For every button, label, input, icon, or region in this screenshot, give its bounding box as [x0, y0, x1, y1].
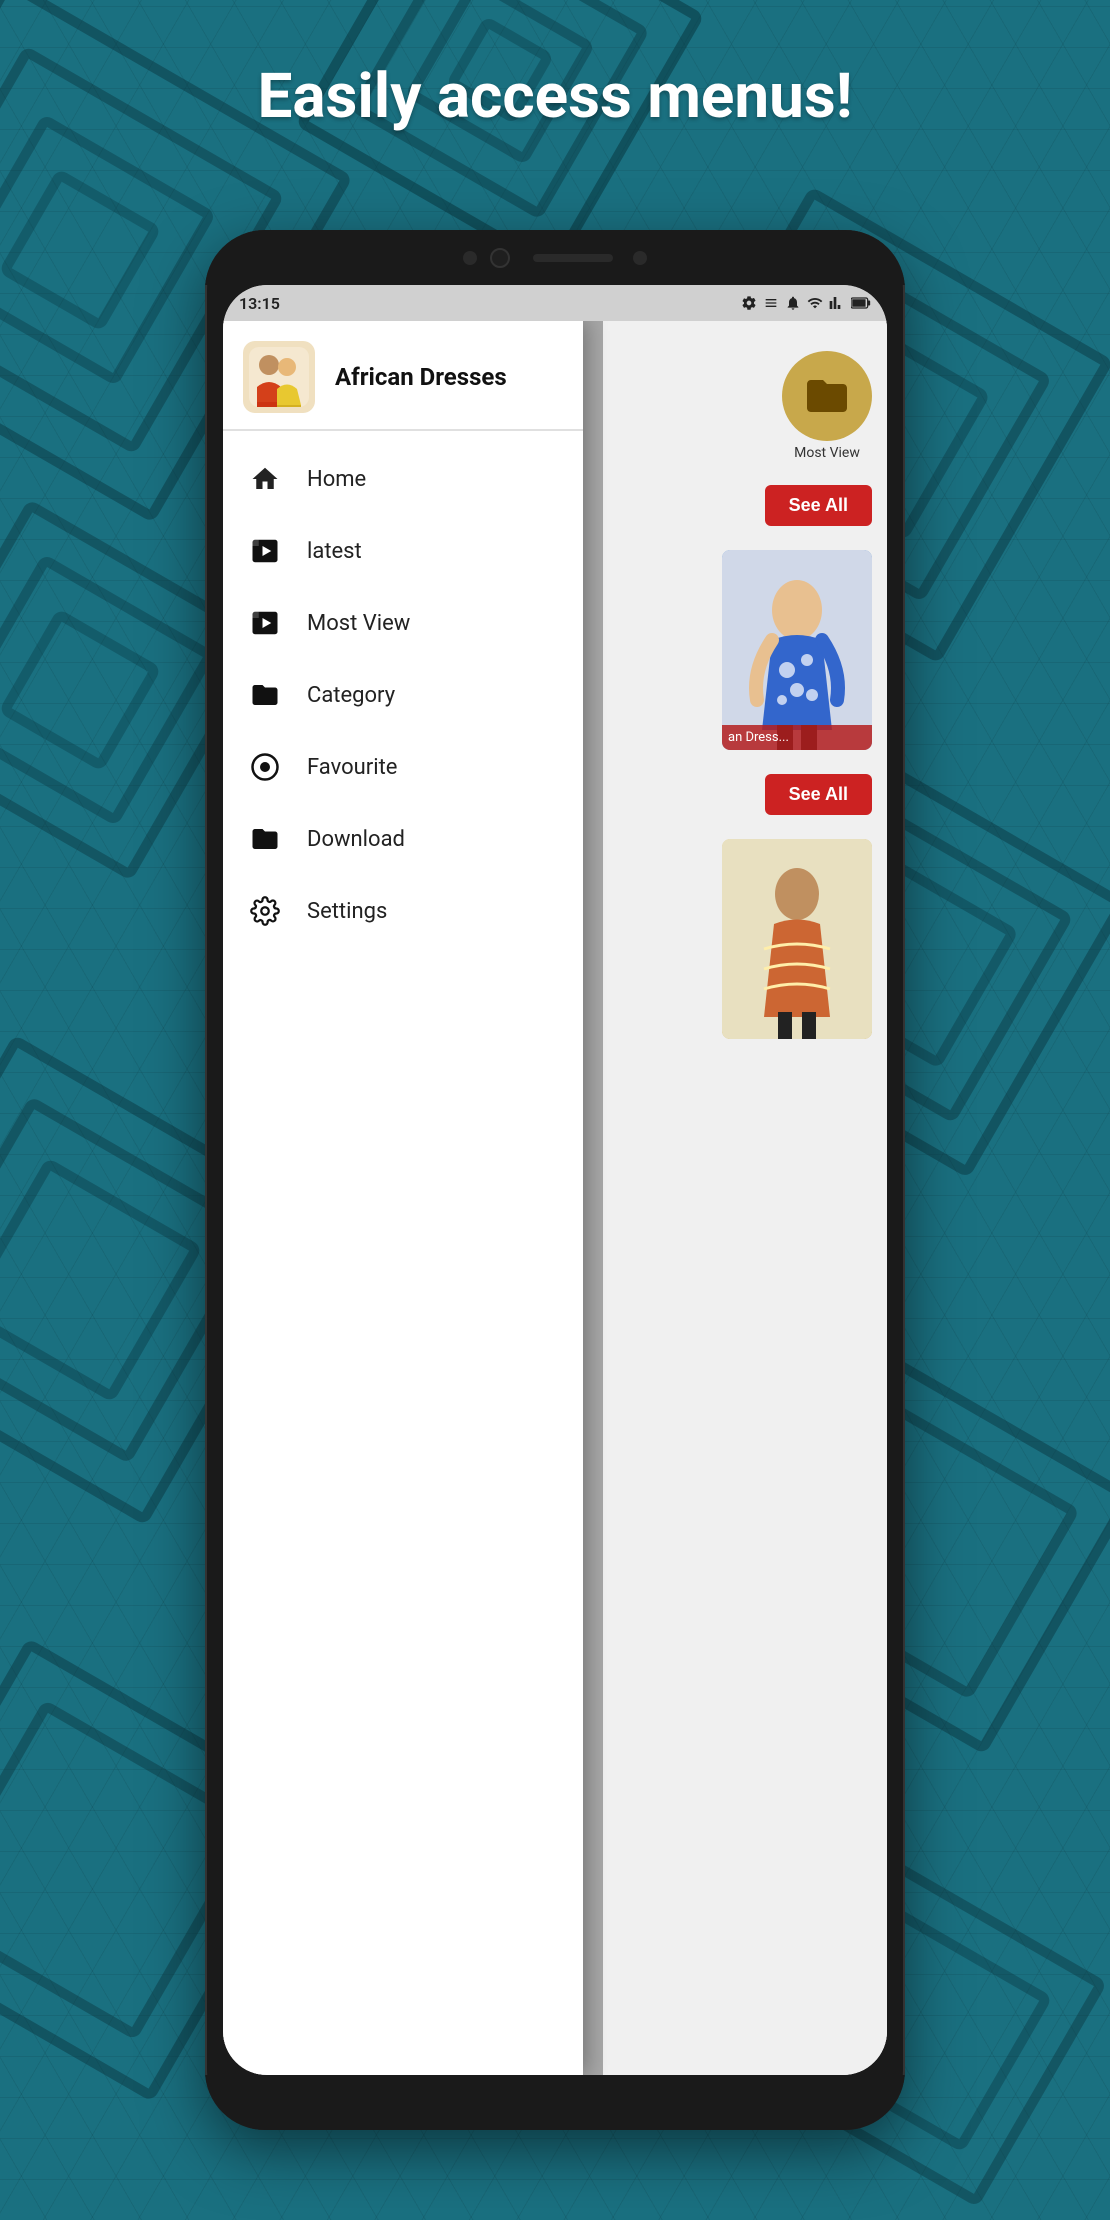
status-icons	[741, 295, 871, 311]
app-icon-image	[249, 347, 309, 407]
see-all-button-1[interactable]: See All	[765, 485, 872, 526]
dress-card-1[interactable]: an Dress...	[722, 550, 872, 750]
signal-icon	[829, 295, 845, 311]
drawer-item-most-view[interactable]: Most View	[223, 587, 583, 659]
wifi-icon	[807, 295, 823, 311]
media-icon	[763, 295, 779, 311]
favourite-label: Favourite	[307, 755, 397, 780]
dress-illustration-2	[722, 839, 872, 1039]
status-bar: 13:15	[223, 285, 887, 321]
home-icon	[247, 461, 283, 497]
most-view-label: Most View	[794, 445, 860, 461]
drawer-item-home[interactable]: Home	[223, 443, 583, 515]
folder-icon	[803, 372, 851, 420]
camera-dot-1	[463, 251, 477, 265]
drawer-item-favourite[interactable]: Favourite	[223, 731, 583, 803]
drawer-app-name: African Dresses	[335, 363, 507, 391]
latest-label: latest	[307, 539, 362, 564]
front-camera	[490, 248, 510, 268]
drawer-item-category[interactable]: Category	[223, 659, 583, 731]
camera-dot-2	[633, 251, 647, 265]
dress-image-1	[722, 550, 872, 750]
page-title: Easily access menus!	[0, 60, 1110, 133]
favourite-icon	[247, 749, 283, 785]
right-panel: Most View See All	[603, 321, 887, 2075]
download-icon	[247, 821, 283, 857]
category-label: Category	[307, 683, 395, 708]
status-time: 13:15	[239, 294, 280, 313]
gear-icon	[741, 295, 757, 311]
battery-icon	[851, 295, 871, 311]
category-icon	[247, 677, 283, 713]
most-view-icon	[247, 605, 283, 641]
app-content: Most View See All	[223, 321, 887, 2075]
phone-top-bar	[205, 230, 905, 285]
home-label: Home	[307, 467, 366, 492]
latest-icon	[247, 533, 283, 569]
drawer-menu: Home latest	[223, 431, 583, 959]
drawer-item-latest[interactable]: latest	[223, 515, 583, 587]
app-icon	[243, 341, 315, 413]
phone-bottom-bar	[205, 2075, 905, 2130]
dress-illustration	[722, 550, 872, 750]
drawer-panel: African Dresses Home	[223, 321, 583, 2075]
settings-icon	[247, 893, 283, 929]
drawer-item-settings[interactable]: Settings	[223, 875, 583, 947]
bell-icon	[785, 295, 801, 311]
dress-image-2	[722, 839, 872, 1039]
settings-label: Settings	[307, 899, 387, 924]
see-all-button-2[interactable]: See All	[765, 774, 872, 815]
most-view-circle	[782, 351, 872, 441]
dress-card-2[interactable]	[722, 839, 872, 1039]
dress-label-1: an Dress...	[722, 725, 872, 750]
drawer-item-download[interactable]: Download	[223, 803, 583, 875]
download-label: Download	[307, 827, 405, 852]
speaker-grill	[533, 254, 613, 262]
most-view-section: Most View	[782, 351, 872, 461]
most-view-menu-label: Most View	[307, 611, 410, 636]
drawer-header: African Dresses	[223, 321, 583, 430]
phone-frame: 13:15	[205, 230, 905, 2130]
phone-screen: 13:15	[223, 285, 887, 2075]
